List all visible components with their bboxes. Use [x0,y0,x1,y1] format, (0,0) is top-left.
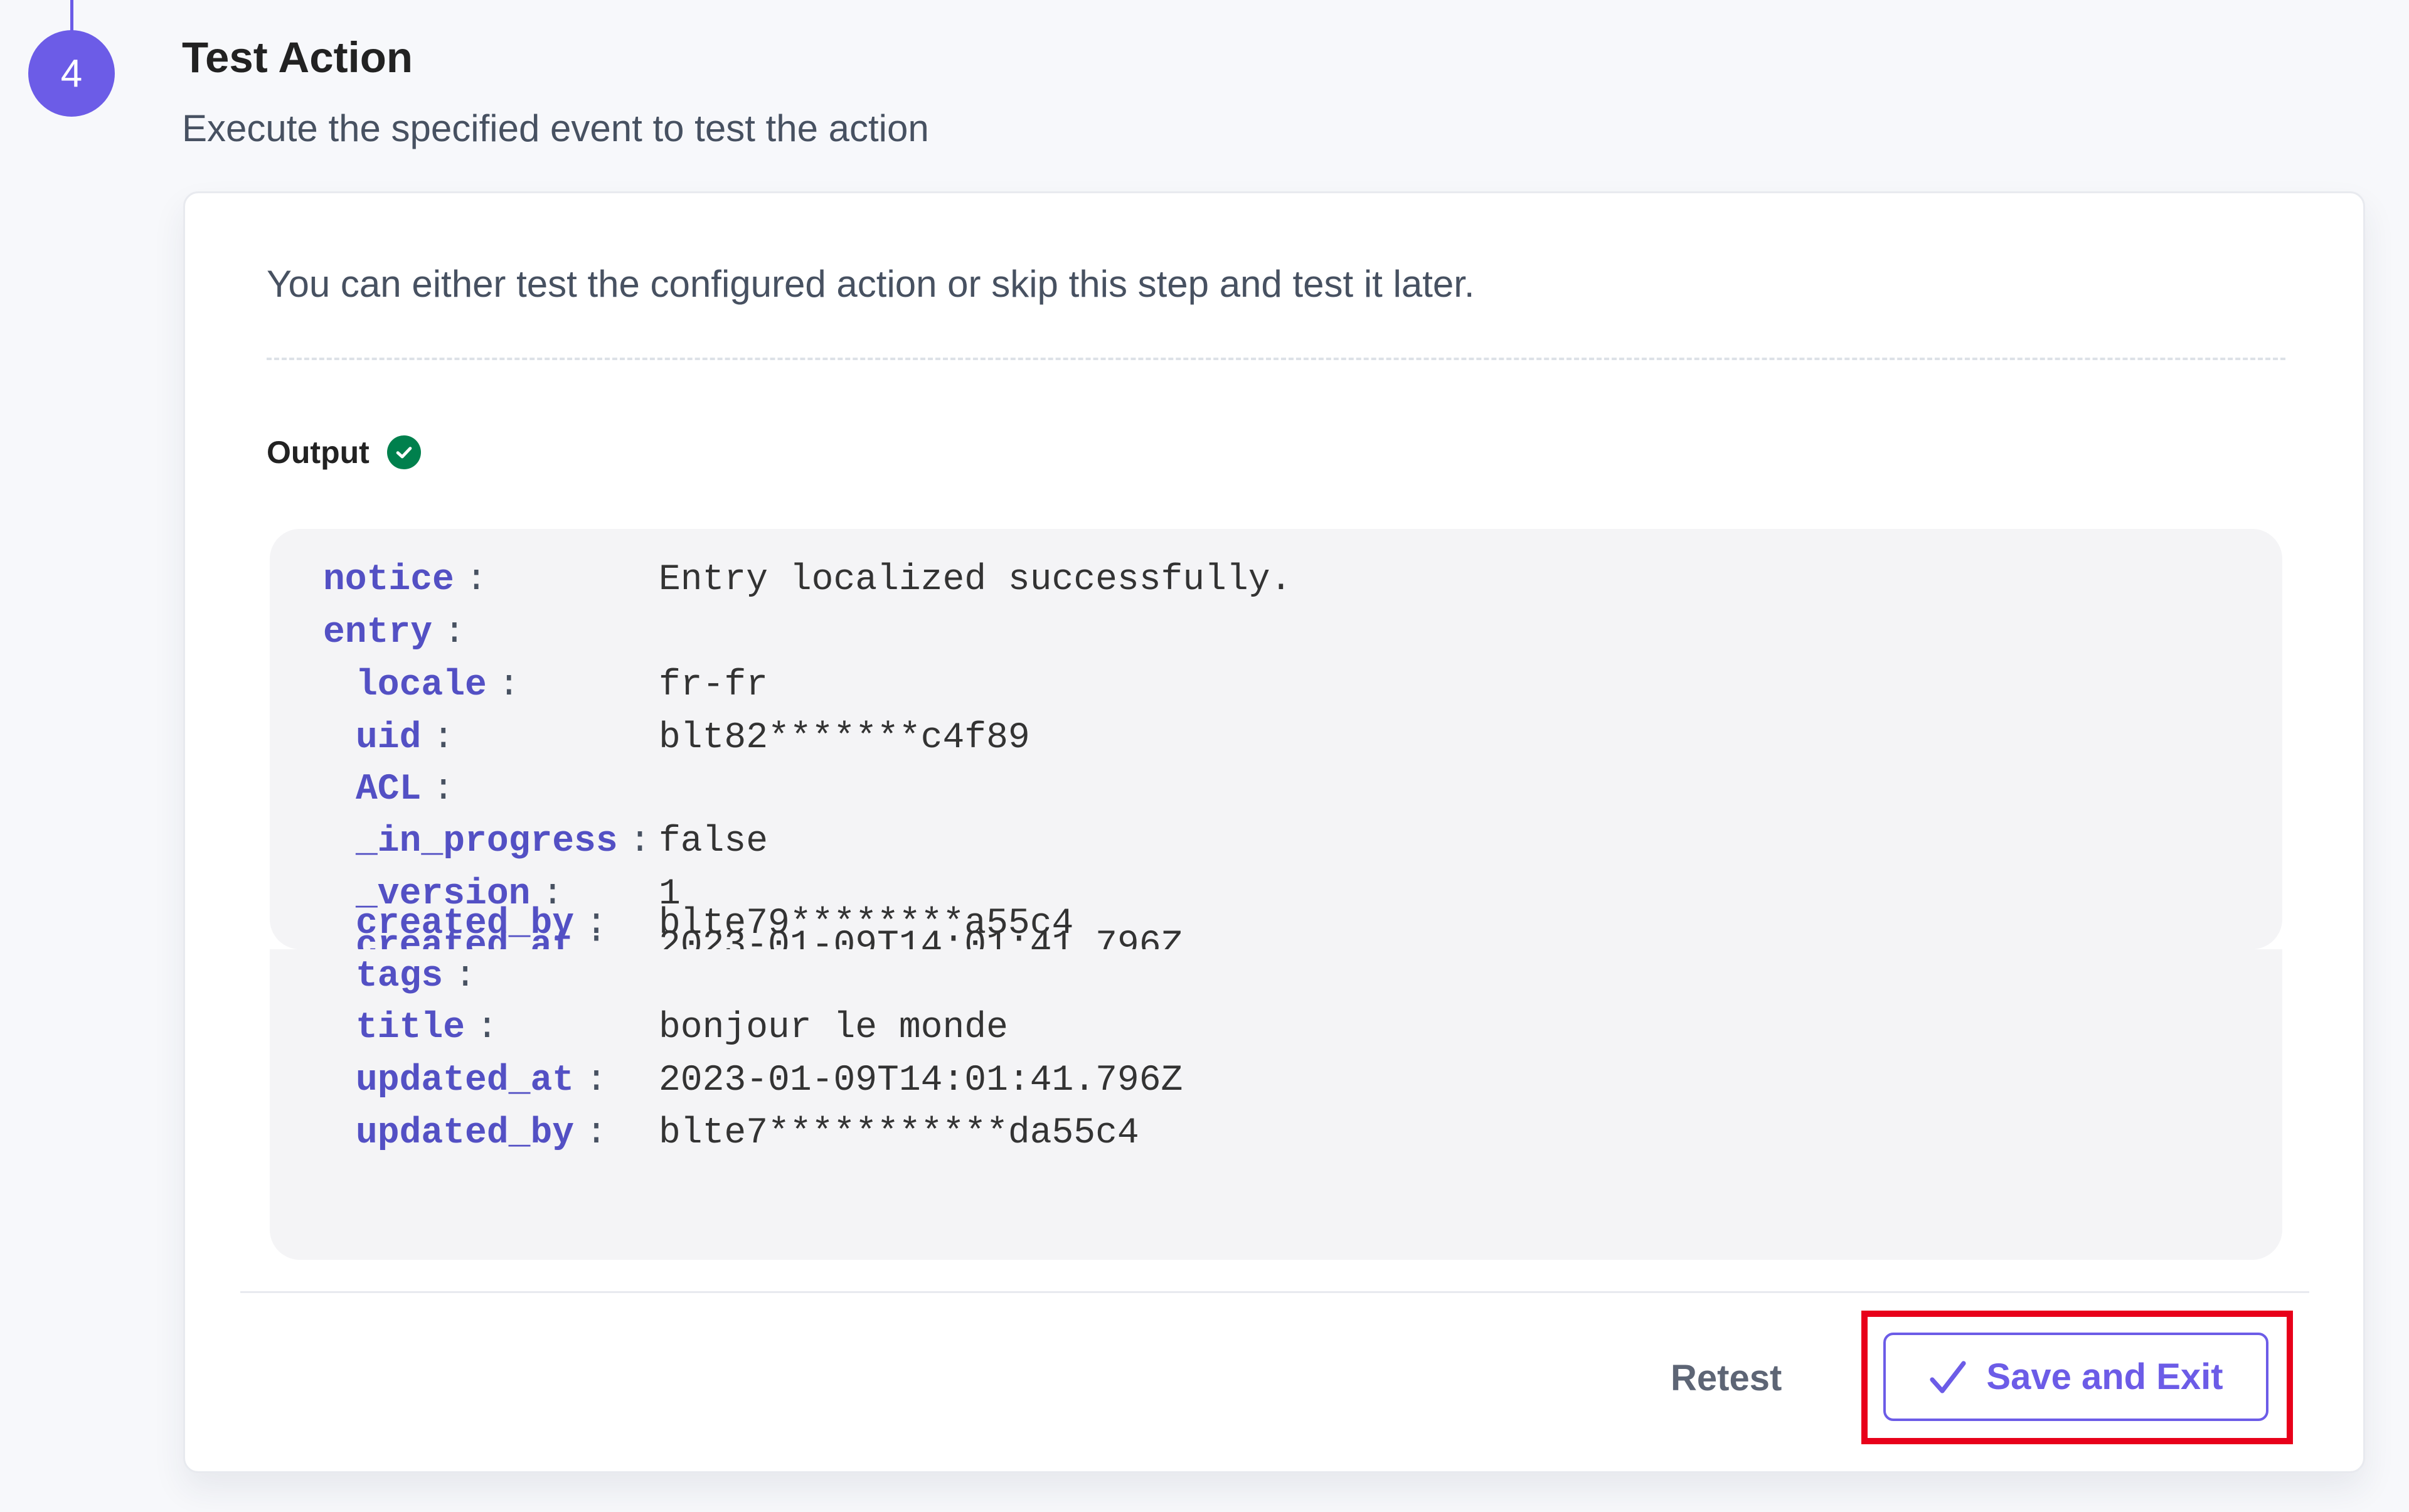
output-value: blte79********a55c4 [659,903,1074,944]
save-and-exit-button[interactable]: Save and Exit [1883,1333,2268,1421]
output-code-block-continued: created_by: blte79********a55c4 tags: ti… [270,903,2282,1260]
output-key: ACL: [356,769,455,810]
check-circle-icon [386,435,421,469]
output-key: tags: [356,956,477,997]
output-code-block: notice: Entry localized successfully. en… [270,529,2282,966]
step-number-badge: 4 [28,30,115,117]
output-value: fr-fr [659,665,768,706]
output-value: blte7***********da55c4 [659,1113,1139,1154]
step-subtitle: Execute the specified event to test the … [182,107,929,149]
output-key: updated_at: [356,1060,607,1101]
card-description: You can either test the configured actio… [267,263,1475,305]
output-key: notice: [323,560,487,600]
checkmark-icon [1928,1360,1967,1395]
step-number: 4 [60,51,83,95]
output-key: locale: [356,665,520,706]
test-action-step: 4 Test Action Execute the specified even… [0,0,2409,1512]
step-title: Test Action [182,33,413,82]
output-key: uid: [356,718,455,759]
output-key: created_by: [356,903,607,944]
output-label: Output [267,435,370,470]
retest-button[interactable]: Retest [1671,1357,1782,1399]
output-header: Output [267,434,421,471]
output-key: entry: [323,612,465,653]
output-key: updated_by: [356,1113,607,1154]
footer-divider [240,1291,2309,1293]
dashed-divider [267,358,2285,360]
output-value: blt82*******c4f89 [659,718,1030,759]
output-value: bonjour le monde [659,1008,1008,1048]
output-value: 2023-01-09T14:01:41.796Z [659,1060,1183,1101]
test-action-card: You can either test the configured actio… [183,191,2365,1473]
output-key: title: [356,1008,498,1048]
output-value: false [659,821,768,862]
output-key: _in_progress: [356,821,651,862]
step-connector-line [70,0,73,31]
save-and-exit-label: Save and Exit [1986,1356,2223,1397]
output-value: Entry localized successfully. [659,560,1292,600]
